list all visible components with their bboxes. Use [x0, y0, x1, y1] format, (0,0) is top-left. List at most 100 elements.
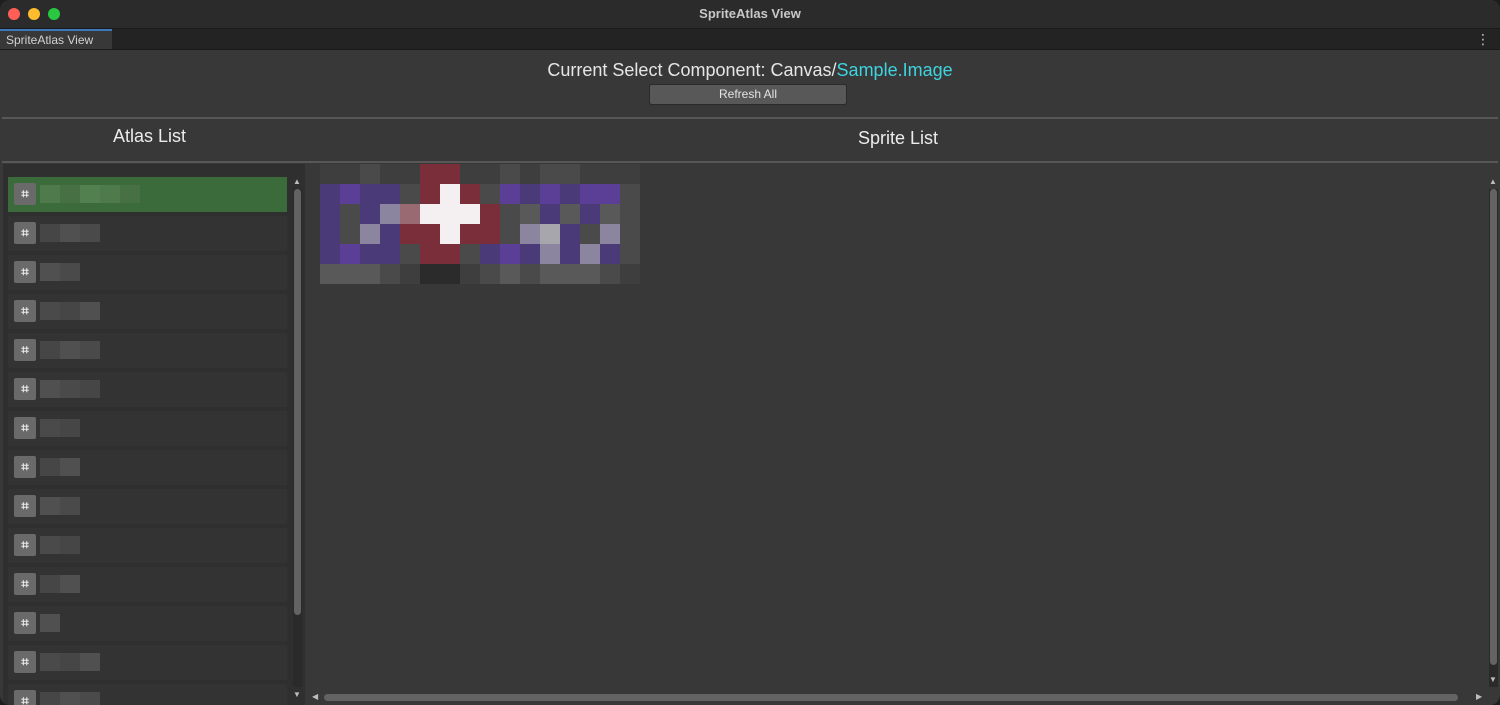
scroll-down-arrow-icon[interactable]: ▼: [293, 690, 301, 699]
sprite-atlas-icon: ⌗: [14, 573, 36, 595]
sprite-pixel: [340, 264, 360, 284]
sprite-pixel: [460, 204, 480, 224]
kebab-menu-icon[interactable]: ⋮: [1476, 31, 1490, 48]
obscured-label-block: [40, 614, 60, 632]
sprite-pixel: [580, 184, 600, 204]
sprite-pixel: [380, 264, 400, 284]
sprite-pixel: [400, 204, 420, 224]
sprite-atlas-icon: ⌗: [14, 495, 36, 517]
sprite-vscroll-thumb[interactable]: [1490, 189, 1497, 665]
sprite-pixel: [480, 164, 500, 184]
sprite-pixel: [500, 224, 520, 244]
sprite-list-hscrollbar[interactable]: ◀ ▶: [310, 692, 1488, 702]
sprite-atlas-icon: ⌗: [14, 261, 36, 283]
current-component-label: Current Select Component: Canvas/Sample.…: [0, 60, 1500, 81]
atlas-scroll-thumb[interactable]: [294, 189, 301, 615]
scroll-up-arrow-icon[interactable]: ▲: [293, 177, 301, 186]
scroll-right-arrow-icon[interactable]: ▶: [1476, 692, 1482, 701]
sprite-pixel: [360, 224, 380, 244]
obscured-label-block: [120, 185, 140, 203]
obscured-label-block: [60, 692, 80, 705]
obscured-label-block: [60, 575, 80, 593]
sprite-pixel: [560, 224, 580, 244]
sprite-pixel: [520, 264, 540, 284]
obscured-label-block: [100, 185, 120, 203]
sprite-pixel: [360, 164, 380, 184]
atlas-list-item[interactable]: ⌗: [8, 333, 287, 368]
obscured-label-block: [40, 302, 60, 320]
atlas-list-scrollbar[interactable]: ▲ ▼: [293, 177, 302, 700]
obscured-label-block: [40, 575, 60, 593]
atlas-list-item[interactable]: ⌗: [8, 177, 287, 212]
columns-divider: [2, 161, 1498, 163]
sprite-pixel: [560, 184, 580, 204]
sprite-pixel: [500, 264, 520, 284]
obscured-label-block: [80, 692, 100, 705]
sprite-thumbnail[interactable]: [310, 164, 680, 284]
sprite-pixel: [380, 224, 400, 244]
sprite-pixel: [600, 244, 620, 264]
atlas-list-item[interactable]: ⌗: [8, 489, 287, 524]
atlas-list-item[interactable]: ⌗: [8, 411, 287, 446]
atlas-list-item[interactable]: ⌗: [8, 567, 287, 602]
sprite-pixel: [460, 264, 480, 284]
sprite-pixel: [340, 184, 360, 204]
atlas-list-item[interactable]: ⌗: [8, 450, 287, 485]
sprite-pixel: [480, 224, 500, 244]
sprite-pixel: [500, 184, 520, 204]
sprite-pixel: [620, 244, 640, 264]
sprite-pixel: [560, 164, 580, 184]
atlas-list-item[interactable]: ⌗: [8, 528, 287, 563]
obscured-label-block: [60, 224, 80, 242]
sprite-pixel: [360, 184, 380, 204]
obscured-label-block: [80, 380, 100, 398]
atlas-list-item[interactable]: ⌗: [8, 606, 287, 641]
sprite-atlas-icon: ⌗: [14, 417, 36, 439]
atlas-list-item[interactable]: ⌗: [8, 372, 287, 407]
atlas-list-item[interactable]: ⌗: [8, 216, 287, 251]
app-window: SpriteAtlas View SpriteAtlas View ⋮ Curr…: [0, 0, 1500, 705]
sprite-pixel: [400, 244, 420, 264]
sprite-list-title: Sprite List: [858, 128, 939, 148]
sprite-pixel: [520, 204, 540, 224]
atlas-list-item[interactable]: ⌗: [8, 684, 287, 705]
sprite-pixel: [460, 224, 480, 244]
sprite-pixel: [600, 204, 620, 224]
sprite-pixel: [560, 264, 580, 284]
scroll-left-arrow-icon[interactable]: ◀: [312, 692, 318, 701]
obscured-label-block: [80, 302, 100, 320]
atlas-list-item[interactable]: ⌗: [8, 294, 287, 329]
sprite-pixel: [400, 264, 420, 284]
sprite-pixel: [600, 164, 620, 184]
obscured-label-block: [80, 341, 100, 359]
sprite-pixel: [580, 244, 600, 264]
scroll-down-arrow-icon[interactable]: ▼: [1489, 675, 1497, 684]
obscured-label-block: [80, 653, 100, 671]
sprite-pixel: [520, 244, 540, 264]
sprite-pixel: [620, 264, 640, 284]
obscured-label-block: [60, 341, 80, 359]
sprite-pixel: [540, 164, 560, 184]
sprite-pixel: [440, 184, 460, 204]
atlas-list-item[interactable]: ⌗: [8, 255, 287, 290]
sprite-pixel: [420, 264, 440, 284]
sprite-pixel: [360, 204, 380, 224]
sprite-hscroll-thumb[interactable]: [324, 694, 1458, 701]
sprite-list-vscrollbar[interactable]: ▲ ▼: [1489, 177, 1498, 700]
sprite-pixel: [460, 184, 480, 204]
sprite-atlas-icon: ⌗: [14, 183, 36, 205]
obscured-label-block: [60, 263, 80, 281]
tab-spriteatlas-view[interactable]: SpriteAtlas View: [0, 29, 112, 49]
obscured-label-block: [40, 419, 60, 437]
sprite-pixel: [440, 264, 460, 284]
obscured-label-block: [60, 302, 80, 320]
refresh-all-button[interactable]: Refresh All: [649, 84, 847, 105]
sprite-pixel: [440, 164, 460, 184]
sprite-pixel: [540, 184, 560, 204]
window-title: SpriteAtlas View: [699, 6, 801, 21]
obscured-label-block: [40, 536, 60, 554]
sprite-pixel: [360, 264, 380, 284]
scroll-up-arrow-icon[interactable]: ▲: [1489, 177, 1497, 186]
sprite-pixel: [420, 184, 440, 204]
atlas-list-item[interactable]: ⌗: [8, 645, 287, 680]
